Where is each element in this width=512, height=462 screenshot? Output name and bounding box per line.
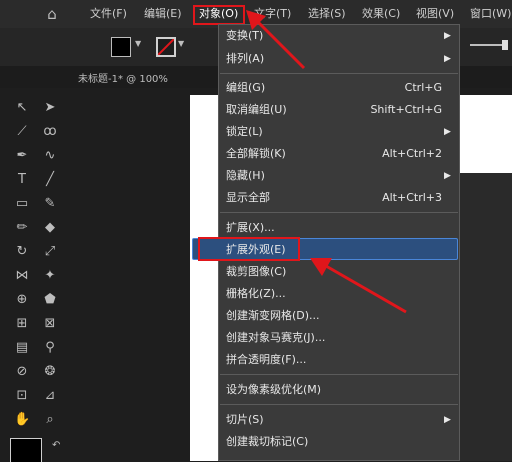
artboard-tool-icon[interactable]: ⊡ [14, 388, 30, 404]
eraser-tool-icon[interactable]: ◆ [42, 220, 58, 236]
rectangle-tool-icon[interactable]: ▭ [14, 196, 30, 212]
shortcut-ungroup: Shift+Ctrl+G [370, 103, 442, 116]
menu-item-pixel-perfect[interactable]: 设为像素级优化(M) [226, 381, 321, 399]
menu-item-slice[interactable]: 切片(S) [226, 411, 264, 429]
chevron-right-icon: ▶ [444, 127, 451, 137]
menu-item-gradient-mesh[interactable]: 创建渐变网格(D)... [226, 307, 320, 325]
shortcut-unlock-all: Alt+Ctrl+2 [382, 147, 442, 160]
home-icon[interactable]: ⌂ [44, 6, 60, 22]
menu-item-flatten-transparency[interactable]: 拼合透明度(F)... [226, 351, 306, 369]
menu-separator [220, 212, 458, 213]
puppet-warp-icon[interactable]: ✦ [42, 268, 58, 284]
stroke-swatch[interactable] [156, 37, 176, 57]
pasteboard [460, 173, 512, 461]
curvature-tool-icon[interactable]: ∿ [42, 148, 58, 164]
menu-type[interactable]: 文字(T) [254, 6, 291, 22]
lasso-tool-icon[interactable]: ꝏ [42, 124, 58, 140]
chevron-down-icon[interactable]: ▼ [135, 39, 141, 48]
chevron-right-icon: ▶ [444, 171, 451, 181]
scale-tool-icon[interactable]: ⤢ [42, 244, 58, 260]
menu-item-arrange[interactable]: 排列(A) [226, 50, 264, 68]
fill-stroke-indicator[interactable] [10, 438, 42, 462]
shortcut-group: Ctrl+G [404, 81, 442, 94]
menu-item-trim-marks[interactable]: 创建裁切标记(C) [226, 433, 308, 451]
menu-item-expand[interactable]: 扩展(X)... [226, 219, 275, 237]
slice-tool-icon[interactable]: ⊿ [42, 388, 58, 404]
fill-swatch[interactable] [111, 37, 131, 57]
annotation-box-menu [193, 5, 245, 25]
selection-tool-icon[interactable]: ↖ [14, 100, 30, 116]
mesh-tool-icon[interactable]: ⊠ [42, 316, 58, 332]
menu-item-hide[interactable]: 隐藏(H) [226, 167, 265, 185]
menu-item-rasterize[interactable]: 栅格化(Z)... [226, 285, 286, 303]
hand-tool-icon[interactable]: ✋ [14, 412, 30, 428]
rotate-tool-icon[interactable]: ↻ [14, 244, 30, 260]
menu-file[interactable]: 文件(F) [90, 6, 127, 22]
pen-tool-icon[interactable]: ✒ [14, 148, 30, 164]
menu-item-lock[interactable]: 锁定(L) [226, 123, 263, 141]
chevron-right-icon: ▶ [444, 54, 451, 64]
menu-item-unlock-all[interactable]: 全部解锁(K) [226, 145, 286, 163]
live-paint-icon[interactable]: ⬟ [42, 292, 58, 308]
paintbrush-tool-icon[interactable]: ✎ [42, 196, 58, 212]
gradient-tool-icon[interactable]: ▤ [14, 340, 30, 356]
menu-item-object-mosaic[interactable]: 创建对象马赛克(J)... [226, 329, 325, 347]
type-tool-icon[interactable]: T [14, 172, 30, 188]
zoom-tool-icon[interactable]: ⌕ [42, 412, 58, 428]
shape-builder-icon[interactable]: ⊕ [14, 292, 30, 308]
chevron-right-icon: ▶ [444, 415, 451, 425]
menu-item-crop-image[interactable]: 裁剪图像(C) [226, 263, 286, 281]
menu-item-ungroup[interactable]: 取消编组(U) [226, 101, 287, 119]
magic-wand-icon[interactable]: ⟋ [14, 124, 30, 140]
menu-separator [220, 404, 458, 405]
menu-item-transform[interactable]: 变换(T) [226, 27, 263, 45]
menu-view[interactable]: 视图(V) [416, 6, 454, 22]
menu-separator [220, 73, 458, 74]
symbol-sprayer-icon[interactable]: ❂ [42, 364, 58, 380]
menu-edit[interactable]: 编辑(E) [144, 6, 182, 22]
pencil-tool-icon[interactable]: ✏ [14, 220, 30, 236]
line-tool-icon[interactable]: ╱ [42, 172, 58, 188]
menu-window[interactable]: 窗口(W) [470, 6, 511, 22]
menu-item-group[interactable]: 编组(G) [226, 79, 265, 97]
eyedropper-tool-icon[interactable]: ⚲ [42, 340, 58, 356]
artboard-right [460, 95, 512, 173]
width-tool-icon[interactable]: ⋈ [14, 268, 30, 284]
shortcut-show-all: Alt+Ctrl+3 [382, 191, 442, 204]
menu-select[interactable]: 选择(S) [308, 6, 346, 22]
document-tab[interactable]: 未标题-1* @ 100% [78, 70, 168, 85]
annotation-box-item [198, 237, 300, 261]
opacity-slider[interactable] [470, 40, 508, 50]
menu-item-show-all[interactable]: 显示全部 [226, 189, 270, 207]
perspective-grid-icon[interactable]: ⊞ [14, 316, 30, 332]
chevron-down-icon[interactable]: ▼ [178, 39, 184, 48]
menu-effect[interactable]: 效果(C) [362, 6, 400, 22]
blend-tool-icon[interactable]: ⊘ [14, 364, 30, 380]
swap-icon[interactable]: ↶ [52, 440, 60, 451]
menu-separator [220, 374, 458, 375]
direct-selection-tool-icon[interactable]: ➤ [42, 100, 58, 116]
chevron-right-icon: ▶ [444, 31, 451, 41]
